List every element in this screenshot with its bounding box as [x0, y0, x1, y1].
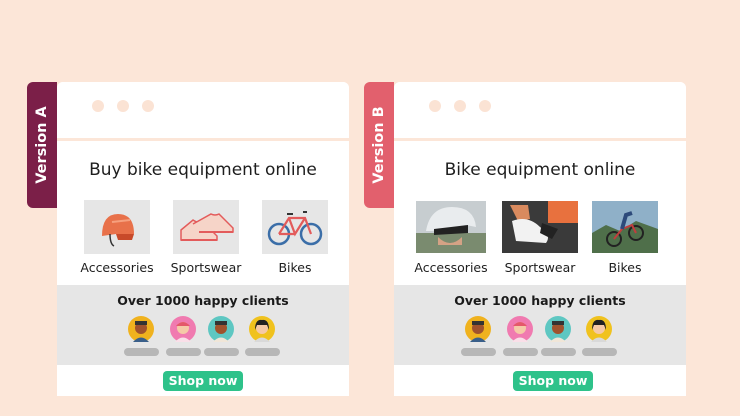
helmet-icon[interactable] [84, 200, 150, 254]
window-dot [92, 100, 104, 112]
avatar [128, 316, 154, 342]
page-title: Bike equipment online [444, 160, 636, 180]
name-placeholder [461, 348, 496, 356]
product-label: Bikes [608, 260, 642, 275]
sneakers-icon[interactable] [173, 200, 239, 254]
window-dot [479, 100, 491, 112]
product-label: Sportswear [170, 260, 242, 275]
name-placeholder [166, 348, 201, 356]
page-title: Buy bike equipment online [89, 160, 317, 180]
social-proof-section: Over 1000 happy clients [57, 285, 349, 365]
mountain-bike-photo[interactable] [592, 201, 658, 253]
version-b-tag: Version B [364, 82, 394, 208]
social-proof-section: Over 1000 happy clients [394, 285, 686, 365]
helmet-photo[interactable] [416, 201, 486, 253]
window-dot [117, 100, 129, 112]
product-label: Bikes [278, 260, 312, 275]
browser-bar [57, 82, 349, 141]
bicycle-icon[interactable] [262, 200, 328, 254]
name-placeholder [204, 348, 239, 356]
avatar [170, 316, 196, 342]
name-placeholder [541, 348, 576, 356]
version-label: Version B [371, 106, 387, 184]
window-dot [429, 100, 441, 112]
name-placeholder [503, 348, 538, 356]
version-a-tag: Version A [27, 82, 57, 208]
avatar [586, 316, 612, 342]
avatar [208, 316, 234, 342]
name-placeholder [124, 348, 159, 356]
product-label: Accessories [414, 260, 488, 275]
shop-now-button[interactable]: Shop now [513, 371, 593, 391]
shop-now-button[interactable]: Shop now [163, 371, 243, 391]
version-a-card: Buy bike equipment online Accessories Sp… [57, 82, 349, 396]
name-placeholder [245, 348, 280, 356]
version-b-card: Bike equipment online Accessories Sports… [394, 82, 686, 396]
window-dot [142, 100, 154, 112]
avatar [249, 316, 275, 342]
version-label: Version A [34, 106, 50, 184]
avatar [545, 316, 571, 342]
clients-text: Over 1000 happy clients [117, 293, 289, 308]
cycling-shoes-photo[interactable] [502, 201, 578, 253]
avatar [465, 316, 491, 342]
name-placeholder [582, 348, 617, 356]
window-dot [454, 100, 466, 112]
avatar [507, 316, 533, 342]
browser-bar [394, 82, 686, 141]
clients-text: Over 1000 happy clients [454, 293, 626, 308]
product-label: Accessories [80, 260, 154, 275]
